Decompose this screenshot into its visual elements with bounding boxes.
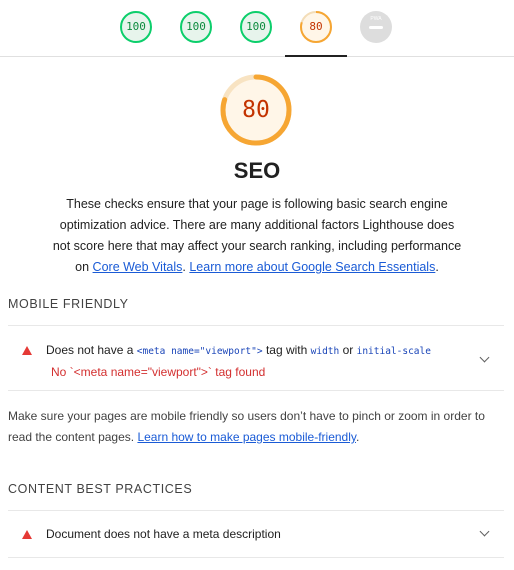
category-description: These checks ensure that your page is fo…	[52, 197, 462, 274]
audit-title-text: or	[342, 343, 354, 357]
score-value: 100	[186, 20, 206, 33]
mobile-friendly-group-description: Make sure your pages are mobile friendly…	[8, 409, 485, 444]
pwa-dash-icon	[369, 26, 383, 29]
audit-code-initial-scale: initial-scale	[356, 346, 431, 357]
content-best-practices-group-title: CONTENT BEST PRACTICES	[8, 482, 193, 496]
audit-display-value: No `<meta name="viewport">` tag found	[51, 365, 266, 379]
pwa-label: PWA	[370, 16, 382, 22]
chevron-down-icon[interactable]	[479, 352, 490, 363]
mobile-friendly-group-title: MOBILE FRIENDLY	[8, 297, 129, 311]
category-title: SEO	[233, 158, 281, 183]
viewport-audit-row[interactable]: Does not have a <meta name="viewport"> t…	[8, 326, 504, 390]
seo-score-value: 80	[242, 97, 270, 123]
audit-title: Document does not have a meta descriptio…	[46, 527, 281, 541]
divider	[8, 390, 504, 391]
score-value: 100	[246, 20, 266, 33]
score-value: 100	[126, 20, 146, 33]
audit-title: Does not have a <meta name="viewport"> t…	[46, 343, 431, 357]
core-web-vitals-link[interactable]: Core Web Vitals	[93, 260, 183, 274]
chevron-down-icon[interactable]	[479, 526, 490, 537]
audit-title-text: Does not have a	[46, 343, 134, 357]
best-practices-score-tab[interactable]: 100	[239, 10, 273, 44]
divider	[8, 557, 504, 558]
seo-score-gauge: 80	[219, 73, 293, 147]
score-tabs-bar: 100 100 100 80 PWA	[0, 0, 514, 57]
pwa-tab[interactable]: PWA	[359, 10, 393, 44]
active-tab-indicator	[285, 55, 347, 57]
seo-score-tab[interactable]: 80	[299, 10, 333, 44]
score-value: 80	[309, 20, 323, 33]
audit-code-meta-viewport: <meta name="viewport">	[136, 346, 263, 357]
meta-description-audit-row[interactable]: Document does not have a meta descriptio…	[8, 511, 504, 557]
accessibility-score-tab[interactable]: 100	[179, 10, 213, 44]
performance-score-tab[interactable]: 100	[119, 10, 153, 44]
learn-more-search-essentials-link[interactable]: Learn more about Google Search Essential…	[189, 260, 435, 274]
fail-triangle-icon	[22, 530, 32, 539]
audit-title-text: tag with	[265, 343, 308, 357]
audit-code-width: width	[310, 346, 340, 357]
fail-triangle-icon	[22, 346, 32, 355]
mobile-friendly-learn-link[interactable]: Learn how to make pages mobile-friendly	[137, 430, 356, 444]
